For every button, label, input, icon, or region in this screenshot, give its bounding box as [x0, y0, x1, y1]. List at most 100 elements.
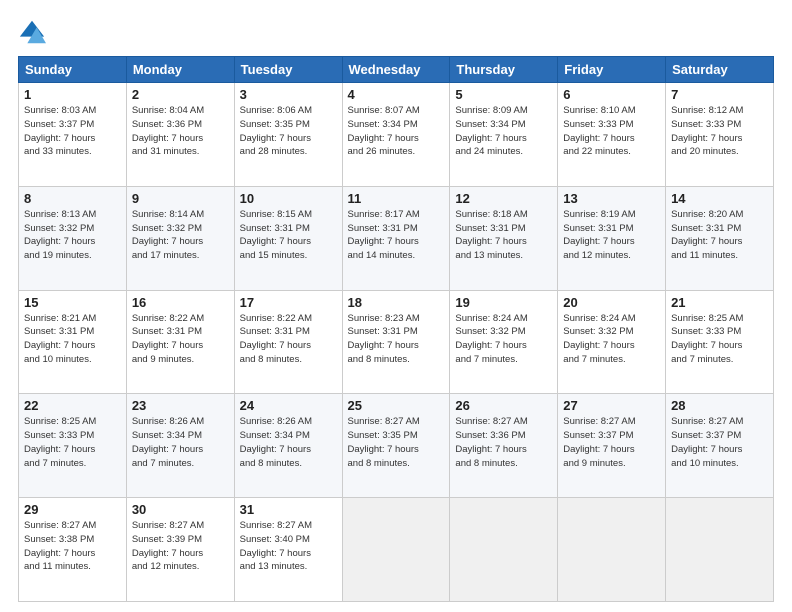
day-info: Sunrise: 8:07 AMSunset: 3:34 PMDaylight:…: [348, 104, 445, 159]
day-info: Sunrise: 8:10 AMSunset: 3:33 PMDaylight:…: [563, 104, 660, 159]
day-info: Sunrise: 8:18 AMSunset: 3:31 PMDaylight:…: [455, 208, 552, 263]
day-number: 16: [132, 295, 229, 310]
calendar-cell: 9 Sunrise: 8:14 AMSunset: 3:32 PMDaylight…: [126, 186, 234, 290]
day-info: Sunrise: 8:27 AMSunset: 3:37 PMDaylight:…: [671, 415, 768, 470]
day-number: 7: [671, 87, 768, 102]
day-info: Sunrise: 8:13 AMSunset: 3:32 PMDaylight:…: [24, 208, 121, 263]
calendar-week-0: 1 Sunrise: 8:03 AMSunset: 3:37 PMDaylight…: [19, 83, 774, 187]
header: [18, 18, 774, 46]
day-number: 31: [240, 502, 337, 517]
day-number: 1: [24, 87, 121, 102]
day-info: Sunrise: 8:21 AMSunset: 3:31 PMDaylight:…: [24, 312, 121, 367]
calendar-cell: 19 Sunrise: 8:24 AMSunset: 3:32 PMDayligh…: [450, 290, 558, 394]
calendar-cell: 30Sunrise: 8:27 AMSunset: 3:39 PMDayligh…: [126, 498, 234, 602]
calendar-cell: 20 Sunrise: 8:24 AMSunset: 3:32 PMDayligh…: [558, 290, 666, 394]
calendar-table: SundayMondayTuesdayWednesdayThursdayFrid…: [18, 56, 774, 602]
day-info: Sunrise: 8:26 AMSunset: 3:34 PMDaylight:…: [240, 415, 337, 470]
calendar-cell: [450, 498, 558, 602]
calendar-cell: 11 Sunrise: 8:17 AMSunset: 3:31 PMDayligh…: [342, 186, 450, 290]
day-number: 17: [240, 295, 337, 310]
day-number: 9: [132, 191, 229, 206]
day-number: 25: [348, 398, 445, 413]
day-number: 2: [132, 87, 229, 102]
calendar-cell: 21 Sunrise: 8:25 AMSunset: 3:33 PMDayligh…: [666, 290, 774, 394]
day-info: Sunrise: 8:06 AMSunset: 3:35 PMDaylight:…: [240, 104, 337, 159]
calendar-cell: 12 Sunrise: 8:18 AMSunset: 3:31 PMDayligh…: [450, 186, 558, 290]
col-header-monday: Monday: [126, 57, 234, 83]
col-header-thursday: Thursday: [450, 57, 558, 83]
day-number: 24: [240, 398, 337, 413]
calendar-cell: 25 Sunrise: 8:27 AMSunset: 3:35 PMDayligh…: [342, 394, 450, 498]
day-info: Sunrise: 8:04 AMSunset: 3:36 PMDaylight:…: [132, 104, 229, 159]
day-info: Sunrise: 8:20 AMSunset: 3:31 PMDaylight:…: [671, 208, 768, 263]
day-number: 5: [455, 87, 552, 102]
calendar-cell: 17 Sunrise: 8:22 AMSunset: 3:31 PMDayligh…: [234, 290, 342, 394]
calendar-cell: 3 Sunrise: 8:06 AMSunset: 3:35 PMDaylight…: [234, 83, 342, 187]
day-number: 20: [563, 295, 660, 310]
calendar-cell: 22 Sunrise: 8:25 AMSunset: 3:33 PMDayligh…: [19, 394, 127, 498]
day-info: Sunrise: 8:14 AMSunset: 3:32 PMDaylight:…: [132, 208, 229, 263]
day-info: Sunrise: 8:22 AMSunset: 3:31 PMDaylight:…: [132, 312, 229, 367]
calendar-cell: 23Sunrise: 8:26 AMSunset: 3:34 PMDayligh…: [126, 394, 234, 498]
day-number: 23: [132, 398, 229, 413]
logo-icon: [18, 18, 46, 46]
day-info: Sunrise: 8:15 AMSunset: 3:31 PMDaylight:…: [240, 208, 337, 263]
day-info: Sunrise: 8:19 AMSunset: 3:31 PMDaylight:…: [563, 208, 660, 263]
col-header-wednesday: Wednesday: [342, 57, 450, 83]
day-number: 3: [240, 87, 337, 102]
day-info: Sunrise: 8:25 AMSunset: 3:33 PMDaylight:…: [24, 415, 121, 470]
day-number: 22: [24, 398, 121, 413]
day-number: 15: [24, 295, 121, 310]
calendar-cell: 16 Sunrise: 8:22 AMSunset: 3:31 PMDayligh…: [126, 290, 234, 394]
day-info: Sunrise: 8:27 AMSunset: 3:36 PMDaylight:…: [455, 415, 552, 470]
day-number: 12: [455, 191, 552, 206]
calendar-cell: 26Sunrise: 8:27 AMSunset: 3:36 PMDayligh…: [450, 394, 558, 498]
col-header-saturday: Saturday: [666, 57, 774, 83]
day-number: 27: [563, 398, 660, 413]
calendar-cell: 29 Sunrise: 8:27 AMSunset: 3:38 PMDayligh…: [19, 498, 127, 602]
day-info: Sunrise: 8:25 AMSunset: 3:33 PMDaylight:…: [671, 312, 768, 367]
day-number: 30: [132, 502, 229, 517]
calendar-cell: 1 Sunrise: 8:03 AMSunset: 3:37 PMDaylight…: [19, 83, 127, 187]
day-number: 28: [671, 398, 768, 413]
calendar-week-3: 22 Sunrise: 8:25 AMSunset: 3:33 PMDayligh…: [19, 394, 774, 498]
calendar-week-1: 8Sunrise: 8:13 AMSunset: 3:32 PMDaylight…: [19, 186, 774, 290]
day-info: Sunrise: 8:24 AMSunset: 3:32 PMDaylight:…: [563, 312, 660, 367]
calendar-cell: 24 Sunrise: 8:26 AMSunset: 3:34 PMDayligh…: [234, 394, 342, 498]
day-info: Sunrise: 8:27 AMSunset: 3:38 PMDaylight:…: [24, 519, 121, 574]
calendar-week-4: 29 Sunrise: 8:27 AMSunset: 3:38 PMDayligh…: [19, 498, 774, 602]
calendar-cell: 28 Sunrise: 8:27 AMSunset: 3:37 PMDayligh…: [666, 394, 774, 498]
day-number: 10: [240, 191, 337, 206]
day-number: 29: [24, 502, 121, 517]
calendar-cell: 31 Sunrise: 8:27 AMSunset: 3:40 PMDayligh…: [234, 498, 342, 602]
day-info: Sunrise: 8:23 AMSunset: 3:31 PMDaylight:…: [348, 312, 445, 367]
page: SundayMondayTuesdayWednesdayThursdayFrid…: [0, 0, 792, 612]
day-info: Sunrise: 8:17 AMSunset: 3:31 PMDaylight:…: [348, 208, 445, 263]
day-number: 4: [348, 87, 445, 102]
day-info: Sunrise: 8:27 AMSunset: 3:37 PMDaylight:…: [563, 415, 660, 470]
calendar-cell: 2 Sunrise: 8:04 AMSunset: 3:36 PMDaylight…: [126, 83, 234, 187]
calendar-cell: 27 Sunrise: 8:27 AMSunset: 3:37 PMDayligh…: [558, 394, 666, 498]
day-info: Sunrise: 8:22 AMSunset: 3:31 PMDaylight:…: [240, 312, 337, 367]
day-number: 19: [455, 295, 552, 310]
day-info: Sunrise: 8:03 AMSunset: 3:37 PMDaylight:…: [24, 104, 121, 159]
calendar-cell: 4 Sunrise: 8:07 AMSunset: 3:34 PMDaylight…: [342, 83, 450, 187]
day-info: Sunrise: 8:27 AMSunset: 3:40 PMDaylight:…: [240, 519, 337, 574]
logo: [18, 18, 50, 46]
calendar-cell: 8Sunrise: 8:13 AMSunset: 3:32 PMDaylight…: [19, 186, 127, 290]
day-number: 6: [563, 87, 660, 102]
day-number: 21: [671, 295, 768, 310]
day-number: 13: [563, 191, 660, 206]
day-info: Sunrise: 8:27 AMSunset: 3:35 PMDaylight:…: [348, 415, 445, 470]
day-number: 11: [348, 191, 445, 206]
calendar-cell: [342, 498, 450, 602]
calendar-cell: 6 Sunrise: 8:10 AMSunset: 3:33 PMDaylight…: [558, 83, 666, 187]
calendar-cell: 5 Sunrise: 8:09 AMSunset: 3:34 PMDaylight…: [450, 83, 558, 187]
day-info: Sunrise: 8:09 AMSunset: 3:34 PMDaylight:…: [455, 104, 552, 159]
calendar-cell: 18Sunrise: 8:23 AMSunset: 3:31 PMDayligh…: [342, 290, 450, 394]
day-number: 14: [671, 191, 768, 206]
calendar-cell: 15 Sunrise: 8:21 AMSunset: 3:31 PMDayligh…: [19, 290, 127, 394]
calendar-cell: [558, 498, 666, 602]
calendar-cell: 13 Sunrise: 8:19 AMSunset: 3:31 PMDayligh…: [558, 186, 666, 290]
day-info: Sunrise: 8:24 AMSunset: 3:32 PMDaylight:…: [455, 312, 552, 367]
